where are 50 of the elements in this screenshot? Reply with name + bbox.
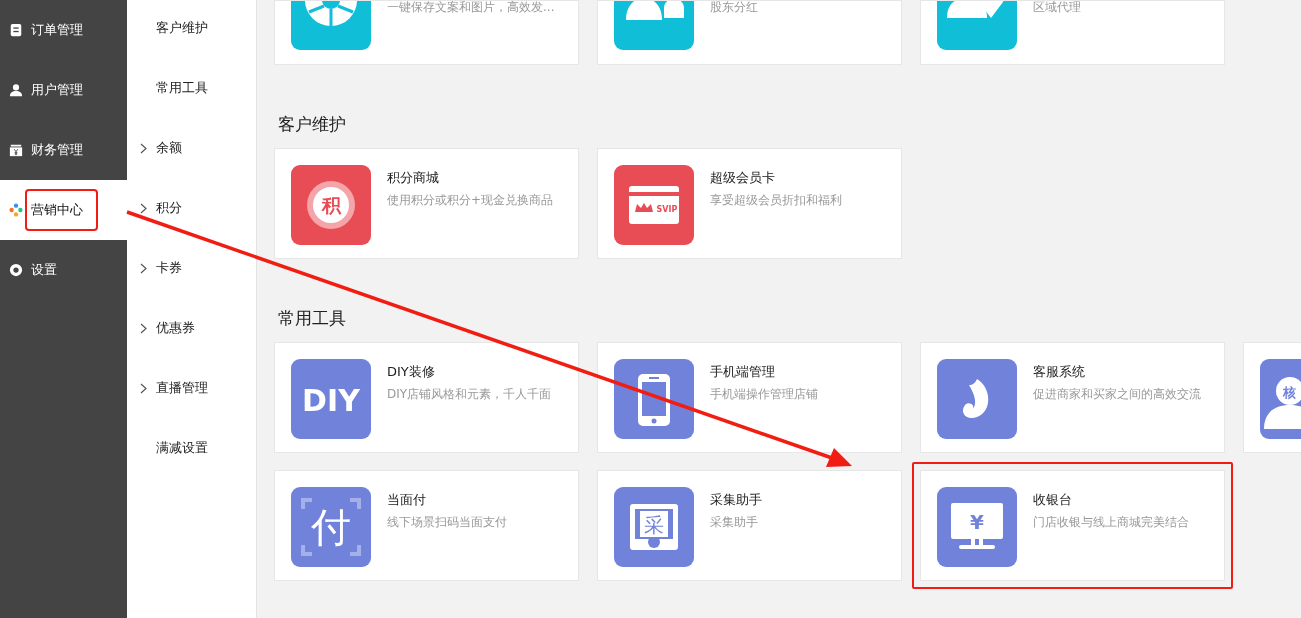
app-card[interactable]: 付 当面付 线下场景扫码当面支付 [274, 470, 579, 581]
app-card[interactable]: 客服系统 促进商家和买家之间的高效交流 [920, 342, 1225, 453]
app-card[interactable]: 核 [1243, 342, 1301, 453]
sidebar-item[interactable]: 营销中心 [0, 180, 127, 240]
scan-icon: 付 [291, 487, 371, 567]
sidebar-item[interactable]: 用户管理 [0, 60, 127, 120]
app-card[interactable]: DIY DIY装修 DIY店铺风格和元素，千人千面 [274, 342, 579, 453]
submenu-item[interactable]: 直播管理 [127, 358, 256, 418]
card-description: 股东分红 [710, 1, 758, 13]
card-description: 区域代理 [1033, 1, 1081, 13]
card-title: 收银台 [1033, 491, 1073, 509]
sidebar-item[interactable]: 财务管理 [0, 120, 127, 180]
diy-icon: DIY [291, 359, 371, 439]
submenu-item[interactable]: 卡券 [127, 238, 256, 298]
app-card[interactable]: 采 采集助手 采集助手 [597, 470, 902, 581]
app-card[interactable]: 手机端管理 手机端操作管理店铺 [597, 342, 902, 453]
card-title: 超级会员卡 [710, 169, 776, 187]
section-heading: 常用工具 [278, 307, 347, 329]
card-description: 门店收银与线上商城完美结合 [1033, 514, 1189, 531]
card-description: 采集助手 [710, 514, 759, 531]
submenu-item[interactable]: 常用工具 [127, 58, 256, 118]
card-description: DIY店铺风格和元素，千人千面 [387, 386, 552, 403]
collect-icon: 采 [614, 487, 694, 567]
card-description: 促进商家和买家之间的高效交流 [1033, 386, 1201, 403]
card-description: 使用积分或积分+现金兑换商品 [387, 192, 554, 209]
monitor-icon: ¥ [937, 487, 1017, 567]
card-title: 手机端管理 [710, 363, 776, 381]
app-card[interactable]: SVIP 超级会员卡 享受超级会员折扣和福利 [597, 148, 902, 259]
card-title: DIY装修 [387, 363, 436, 381]
card-title: 客服系统 [1033, 363, 1086, 381]
app-card[interactable]: 积 积分商城 使用积分或积分+现金兑换商品 [274, 148, 579, 259]
submenu-item[interactable]: 客户维护 [127, 0, 256, 58]
section-heading: 客户维护 [278, 113, 347, 135]
sidebar-item[interactable]: 设置 [0, 240, 127, 300]
card-description: 一键保存文案和图片，高效发... [387, 1, 555, 13]
sidebar-item[interactable]: 订单管理 [0, 0, 127, 60]
card-description: 享受超级会员折扣和福利 [710, 192, 842, 209]
submenu-item[interactable]: 满减设置 [127, 418, 256, 478]
card-title: 采集助手 [710, 491, 762, 509]
app-card[interactable]: ¥ 收银台 门店收银与线上商城完美结合 [920, 470, 1225, 581]
coin-icon: 积 [291, 165, 371, 245]
submenu-item[interactable]: 积分 [127, 178, 256, 238]
card-description: 手机端操作管理店铺 [710, 386, 818, 403]
card-description: 线下场景扫码当面支付 [387, 514, 507, 531]
person-icon: 核 [1260, 359, 1301, 439]
submenu-item[interactable]: 优惠券 [127, 298, 256, 358]
submenu-item[interactable]: 余额 [127, 118, 256, 178]
card-title: 积分商城 [387, 169, 440, 187]
crown-card-icon: SVIP [614, 165, 694, 245]
card-title: 当面付 [387, 491, 427, 509]
